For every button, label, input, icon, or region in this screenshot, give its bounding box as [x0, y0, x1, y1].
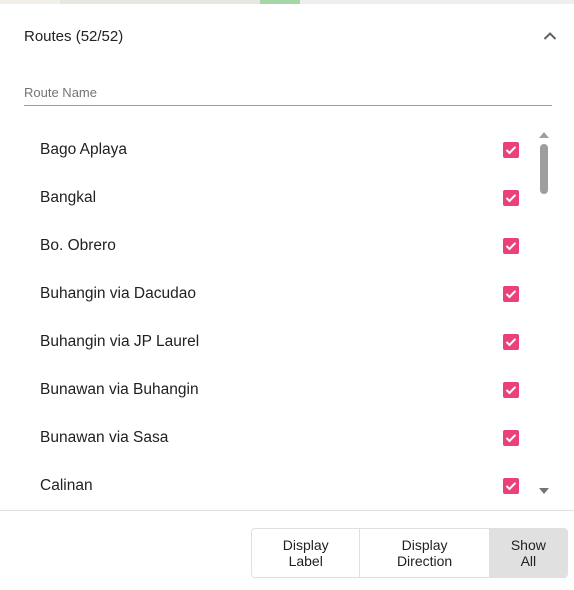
checkmark-icon	[505, 146, 517, 155]
route-label: Bunawan via Sasa	[40, 429, 169, 446]
route-checkbox[interactable]	[503, 430, 519, 446]
divider	[0, 510, 574, 511]
scroll-up-arrow-icon[interactable]	[539, 132, 549, 138]
route-item[interactable]: Buhangin via JP Laurel	[24, 318, 554, 366]
chevron-up-icon[interactable]	[542, 28, 558, 44]
route-checkbox[interactable]	[503, 286, 519, 302]
checkmark-icon	[505, 434, 517, 443]
route-name-input[interactable]	[24, 80, 552, 106]
scrollbar-thumb[interactable]	[540, 144, 548, 194]
route-item[interactable]: Calinan	[24, 462, 554, 494]
display-direction-button[interactable]: Display Direction	[359, 529, 489, 577]
route-search	[24, 80, 552, 106]
checkmark-icon	[505, 290, 517, 299]
routes-panel-header[interactable]: Routes (52/52)	[24, 24, 558, 48]
checkmark-icon	[505, 386, 517, 395]
checkmark-icon	[505, 482, 517, 491]
route-item[interactable]: Buhangin via Dacudao	[24, 270, 554, 318]
route-label: Bunawan via Buhangin	[40, 381, 199, 398]
checkmark-icon	[505, 194, 517, 203]
route-list: Bago Aplaya Bangkal Bo. Obrero Buhangin via…	[24, 126, 554, 494]
route-label: Bo. Obrero	[40, 237, 116, 254]
route-checkbox[interactable]	[503, 190, 519, 206]
route-label: Buhangin via JP Laurel	[40, 333, 200, 350]
route-list-container[interactable]: Bago Aplaya Bangkal Bo. Obrero Buhangin via…	[24, 126, 554, 494]
display-options-group: Display Label Display Direction Show All	[251, 528, 568, 578]
route-label: Bangkal	[40, 189, 97, 206]
checkmark-icon	[505, 242, 517, 251]
show-all-button[interactable]: Show All	[488, 529, 567, 577]
route-label: Calinan	[40, 477, 93, 494]
route-checkbox[interactable]	[503, 142, 519, 158]
route-checkbox[interactable]	[503, 382, 519, 398]
route-item[interactable]: Bago Aplaya	[24, 126, 554, 174]
display-label-button[interactable]: Display Label	[252, 529, 360, 577]
route-checkbox[interactable]	[503, 334, 519, 350]
scrollbar[interactable]	[536, 128, 552, 498]
route-item[interactable]: Bo. Obrero	[24, 222, 554, 270]
routes-panel: Routes (52/52) Bago Aplaya Bangkal Bo. Obr…	[0, 4, 574, 590]
route-checkbox[interactable]	[503, 238, 519, 254]
route-item[interactable]: Bunawan via Sasa	[24, 414, 554, 462]
route-item[interactable]: Bangkal	[24, 174, 554, 222]
route-item[interactable]: Bunawan via Buhangin	[24, 366, 554, 414]
panel-title: Routes (52/52)	[24, 27, 124, 45]
scroll-down-arrow-icon[interactable]	[539, 488, 549, 494]
route-label: Bago Aplaya	[40, 141, 128, 158]
route-label: Buhangin via Dacudao	[40, 285, 196, 302]
checkmark-icon	[505, 338, 517, 347]
route-checkbox[interactable]	[503, 478, 519, 494]
